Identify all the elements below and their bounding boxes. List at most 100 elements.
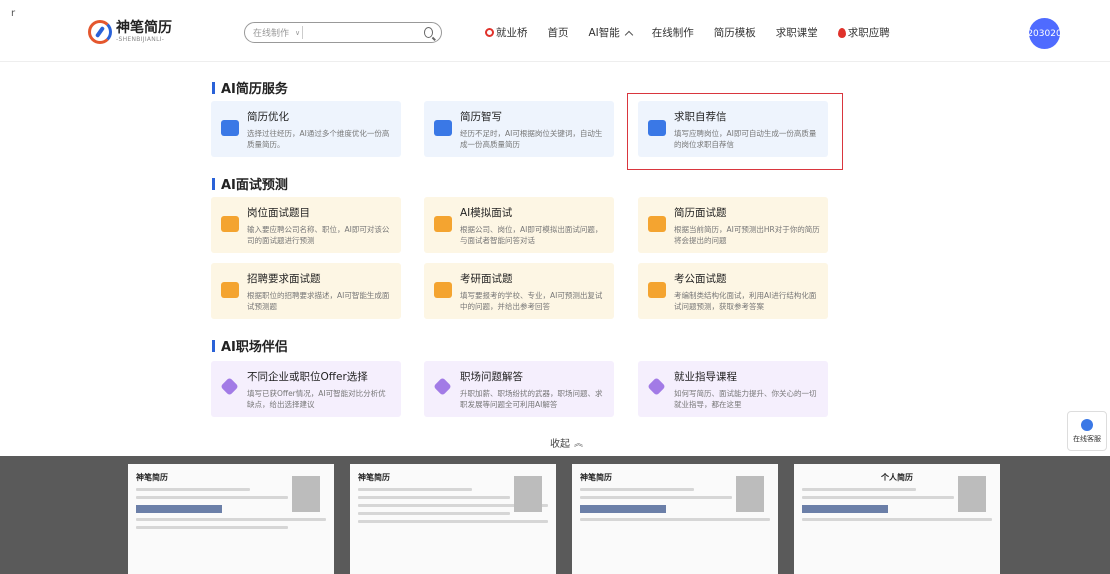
card-resume-write[interactable]: 简历智写 经历不足时，AI可根据岗位关键词，自动生成一份高质量简历 [424, 101, 614, 157]
card-postgrad-question[interactable]: 考研面试题 填写要报考的学校、专业，AI可预测出复试中的问题，并给出参考回答 [424, 263, 614, 319]
search-category-label: 在线制作 [253, 29, 290, 39]
nav-item-jiuyeqiao[interactable]: 就业桥 [485, 25, 528, 40]
nav-label: 求职应聘 [847, 27, 890, 39]
card-career-course[interactable]: 就业指导课程 如何写简历、面试能力提升、你关心的一切就业指导，都在这里 [638, 361, 828, 417]
nav-item-online-make[interactable]: 在线制作 [652, 25, 694, 40]
search-icon[interactable] [423, 27, 433, 38]
thumb-line [358, 496, 510, 499]
logo-subtitle: -SHENBIJIANLI- [116, 36, 165, 43]
thumb-band [802, 505, 888, 513]
card-civil-service-question[interactable]: 考公面试题 考编制类结构化面试，利用AI进行结构化面试问题预测，获取参考答案 [638, 263, 828, 319]
nav-item-templates[interactable]: 简历模板 [714, 25, 756, 40]
card-desc: 根据职位的招聘要求描述，AI可智能生成面试预测题 [247, 291, 390, 312]
card-desc: 根据当前简历，AI可预测出HR对于你的简历将会提出的问题 [674, 225, 820, 246]
resume-photo [736, 476, 764, 512]
thumb-line [358, 520, 548, 523]
thumb-line [358, 488, 472, 491]
thumb-band [580, 505, 666, 513]
chevron-up-icon [624, 30, 634, 39]
nav-item-ai[interactable]: AI智能 [588, 25, 634, 40]
resume-thumb[interactable]: 神笔简历 [128, 464, 334, 574]
resume-write-icon [434, 120, 452, 136]
nav-label: AI智能 [588, 27, 620, 39]
thumb-band [136, 505, 222, 513]
resume-photo [514, 476, 542, 512]
card-desc: 根据公司、岗位，AI即可模拟出面试问题，与面试者智能问答对话 [460, 225, 603, 246]
search-category-select[interactable]: 在线制作 ∨ [253, 26, 303, 39]
fire-icon [837, 27, 846, 38]
offer-compare-icon [220, 377, 239, 396]
thumb-line [580, 488, 694, 491]
card-desc: 输入要应聘公司名称、职位，AI即可对该公司的面试题进行预测 [247, 225, 390, 246]
card-requirement-question[interactable]: 招聘要求面试题 根据职位的招聘要求描述，AI可智能生成面试预测题 [211, 263, 401, 319]
civil-service-question-icon [648, 282, 666, 298]
nav-item-jobs[interactable]: 求职应聘 [837, 25, 890, 40]
thumb-line [802, 518, 992, 521]
thumb-line [136, 526, 288, 529]
card-title: 就业指导课程 [674, 371, 737, 383]
section-title-career-partner: AI职场伴侣 [212, 336, 288, 355]
card-title: 不同企业或职位Offer选择 [247, 371, 368, 383]
avatar[interactable]: 203020 [1027, 18, 1062, 49]
double-chevron-up-icon: ︽ [574, 439, 584, 449]
logo-icon [88, 20, 112, 44]
thumb-line [580, 518, 770, 521]
requirement-question-icon [221, 282, 239, 298]
career-course-icon [647, 377, 666, 396]
main-nav: 就业桥 首页 AI智能 在线制作 简历模板 求职课堂 求职应聘 [485, 25, 910, 40]
resume-optimize-icon [221, 120, 239, 136]
card-desc: 填写要报考的学校、专业，AI可预测出复试中的问题，并给出参考回答 [460, 291, 603, 312]
thumb-line [358, 512, 510, 515]
resume-photo [958, 476, 986, 512]
mock-interview-icon [434, 216, 452, 232]
resume-thumb[interactable]: 神笔简历 [350, 464, 556, 574]
site-logo[interactable]: 神笔简历 -SHENBIJIANLI- [88, 20, 172, 44]
page: r 神笔简历 -SHENBIJIANLI- 在线制作 ∨ 就业桥 首页 AI智能 [0, 0, 1110, 574]
card-title: AI模拟面试 [460, 207, 513, 219]
collapse-button[interactable]: 收起 ︽ [550, 435, 583, 450]
position-question-icon [221, 216, 239, 232]
resume-thumb[interactable]: 神笔简历 [572, 464, 778, 574]
thumb-line [580, 496, 732, 499]
bridge-logo-icon [485, 28, 494, 37]
highlight-box [627, 93, 843, 170]
section-title-interview-prediction: AI面试预测 [212, 174, 288, 193]
card-position-question[interactable]: 岗位面试题目 输入要应聘公司名称、职位，AI即可对该公司的面试题进行预测 [211, 197, 401, 253]
thumb-line [802, 488, 916, 491]
corner-mark: r [11, 8, 16, 19]
nav-item-home[interactable]: 首页 [548, 25, 569, 40]
online-service-label: 在线客服 [1073, 434, 1101, 443]
card-desc: 升职加薪、职场纷扰的武器，职场问题、求职发展等问题全可利用AI解答 [460, 389, 603, 410]
logo-title: 神笔简历 [116, 20, 172, 36]
thumb-line [136, 496, 288, 499]
card-resume-optimize[interactable]: 简历优化 选择过往经历，AI通过多个维度优化一份高质量简历。 [211, 101, 401, 157]
card-title: 简历面试题 [674, 207, 727, 219]
card-mock-interview[interactable]: AI模拟面试 根据公司、岗位，AI即可模拟出面试问题，与面试者智能问答对话 [424, 197, 614, 253]
thumb-line [136, 488, 250, 491]
workplace-qa-icon [433, 377, 452, 396]
search-input[interactable] [302, 25, 420, 40]
nav-label: 就业桥 [496, 27, 528, 39]
headset-icon [1081, 418, 1093, 431]
card-title: 职场问题解答 [460, 371, 523, 383]
chevron-down-icon: ∨ [295, 28, 301, 37]
section-title-resume-service: AI简历服务 [212, 78, 288, 97]
card-title: 简历优化 [247, 111, 289, 123]
card-offer-compare[interactable]: 不同企业或职位Offer选择 填写已获Offer情况，AI可智能对比分析优缺点，… [211, 361, 401, 417]
card-title: 简历智写 [460, 111, 502, 123]
card-resume-question[interactable]: 简历面试题 根据当前简历，AI可预测出HR对于你的简历将会提出的问题 [638, 197, 828, 253]
card-desc: 填写已获Offer情况，AI可智能对比分析优缺点，给出选择建议 [247, 389, 386, 410]
card-desc: 考编制类结构化面试，利用AI进行结构化面试问题预测，获取参考答案 [674, 291, 817, 312]
card-workplace-qa[interactable]: 职场问题解答 升职加薪、职场纷扰的武器，职场问题、求职发展等问题全可利用AI解答 [424, 361, 614, 417]
resume-photo [292, 476, 320, 512]
card-title: 考研面试题 [460, 273, 513, 285]
online-service-button[interactable]: 在线客服 [1067, 411, 1107, 451]
card-title: 考公面试题 [674, 273, 727, 285]
card-title: 岗位面试题目 [247, 207, 310, 219]
collapse-label: 收起 [550, 439, 570, 450]
nav-item-classroom[interactable]: 求职课堂 [776, 25, 818, 40]
resume-template-strip: 神笔简历 神笔简历 神笔简历 个人简历 [0, 456, 1110, 574]
search-box: 在线制作 ∨ [244, 22, 442, 43]
resume-thumb[interactable]: 个人简历 [794, 464, 1000, 574]
card-desc: 选择过往经历，AI通过多个维度优化一份高质量简历。 [247, 129, 390, 150]
